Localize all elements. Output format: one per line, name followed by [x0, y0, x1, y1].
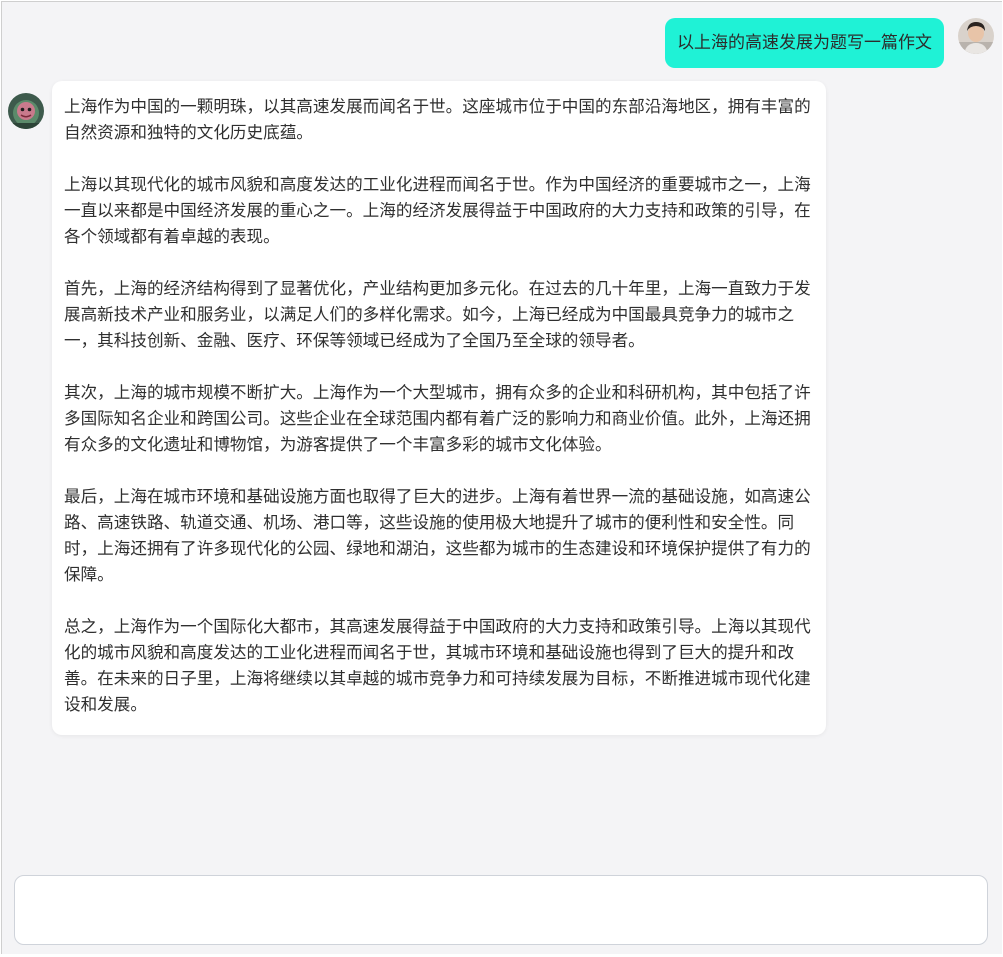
bot-paragraph: 首先，上海的经济结构得到了显著优化，产业结构更加多元化。在过去的几十年里，上海一… [64, 279, 811, 350]
bot-paragraph: 总之，上海作为一个国际化大都市，其高速发展得益于中国政府的大力支持和政策引导。上… [64, 617, 811, 714]
message-input[interactable] [29, 886, 977, 938]
user-message-bubble: 以上海的高速发展为题写一篇作文 [665, 18, 944, 68]
bot-message-bubble: 上海作为中国的一颗明珠，以其高速发展而闻名于世。这座城市位于中国的东部沿海地区，… [52, 81, 826, 735]
user-avatar-icon [958, 18, 994, 54]
bot-avatar-icon [8, 93, 44, 129]
message-input-container[interactable] [14, 875, 988, 945]
user-message-text: 以上海的高速发展为题写一篇作文 [677, 33, 932, 53]
bot-paragraph: 上海作为中国的一颗明珠，以其高速发展而闻名于世。这座城市位于中国的东部沿海地区，… [64, 97, 811, 142]
bot-paragraph: 其次，上海的城市规模不断扩大。上海作为一个大型城市，拥有众多的企业和科研机构，其… [64, 383, 811, 454]
bot-paragraph: 上海以其现代化的城市风貌和高度发达的工业化进程而闻名于世。作为中国经济的重要城市… [64, 175, 811, 246]
chat-window: 以上海的高速发展为题写一篇作文 上海作为中国的一颗明珠，以其高速发展而闻名于世。… [1, 1, 1002, 954]
bot-paragraph: 最后，上海在城市环境和基础设施方面也取得了巨大的进步。上海有着世界一流的基础设施… [64, 487, 811, 584]
